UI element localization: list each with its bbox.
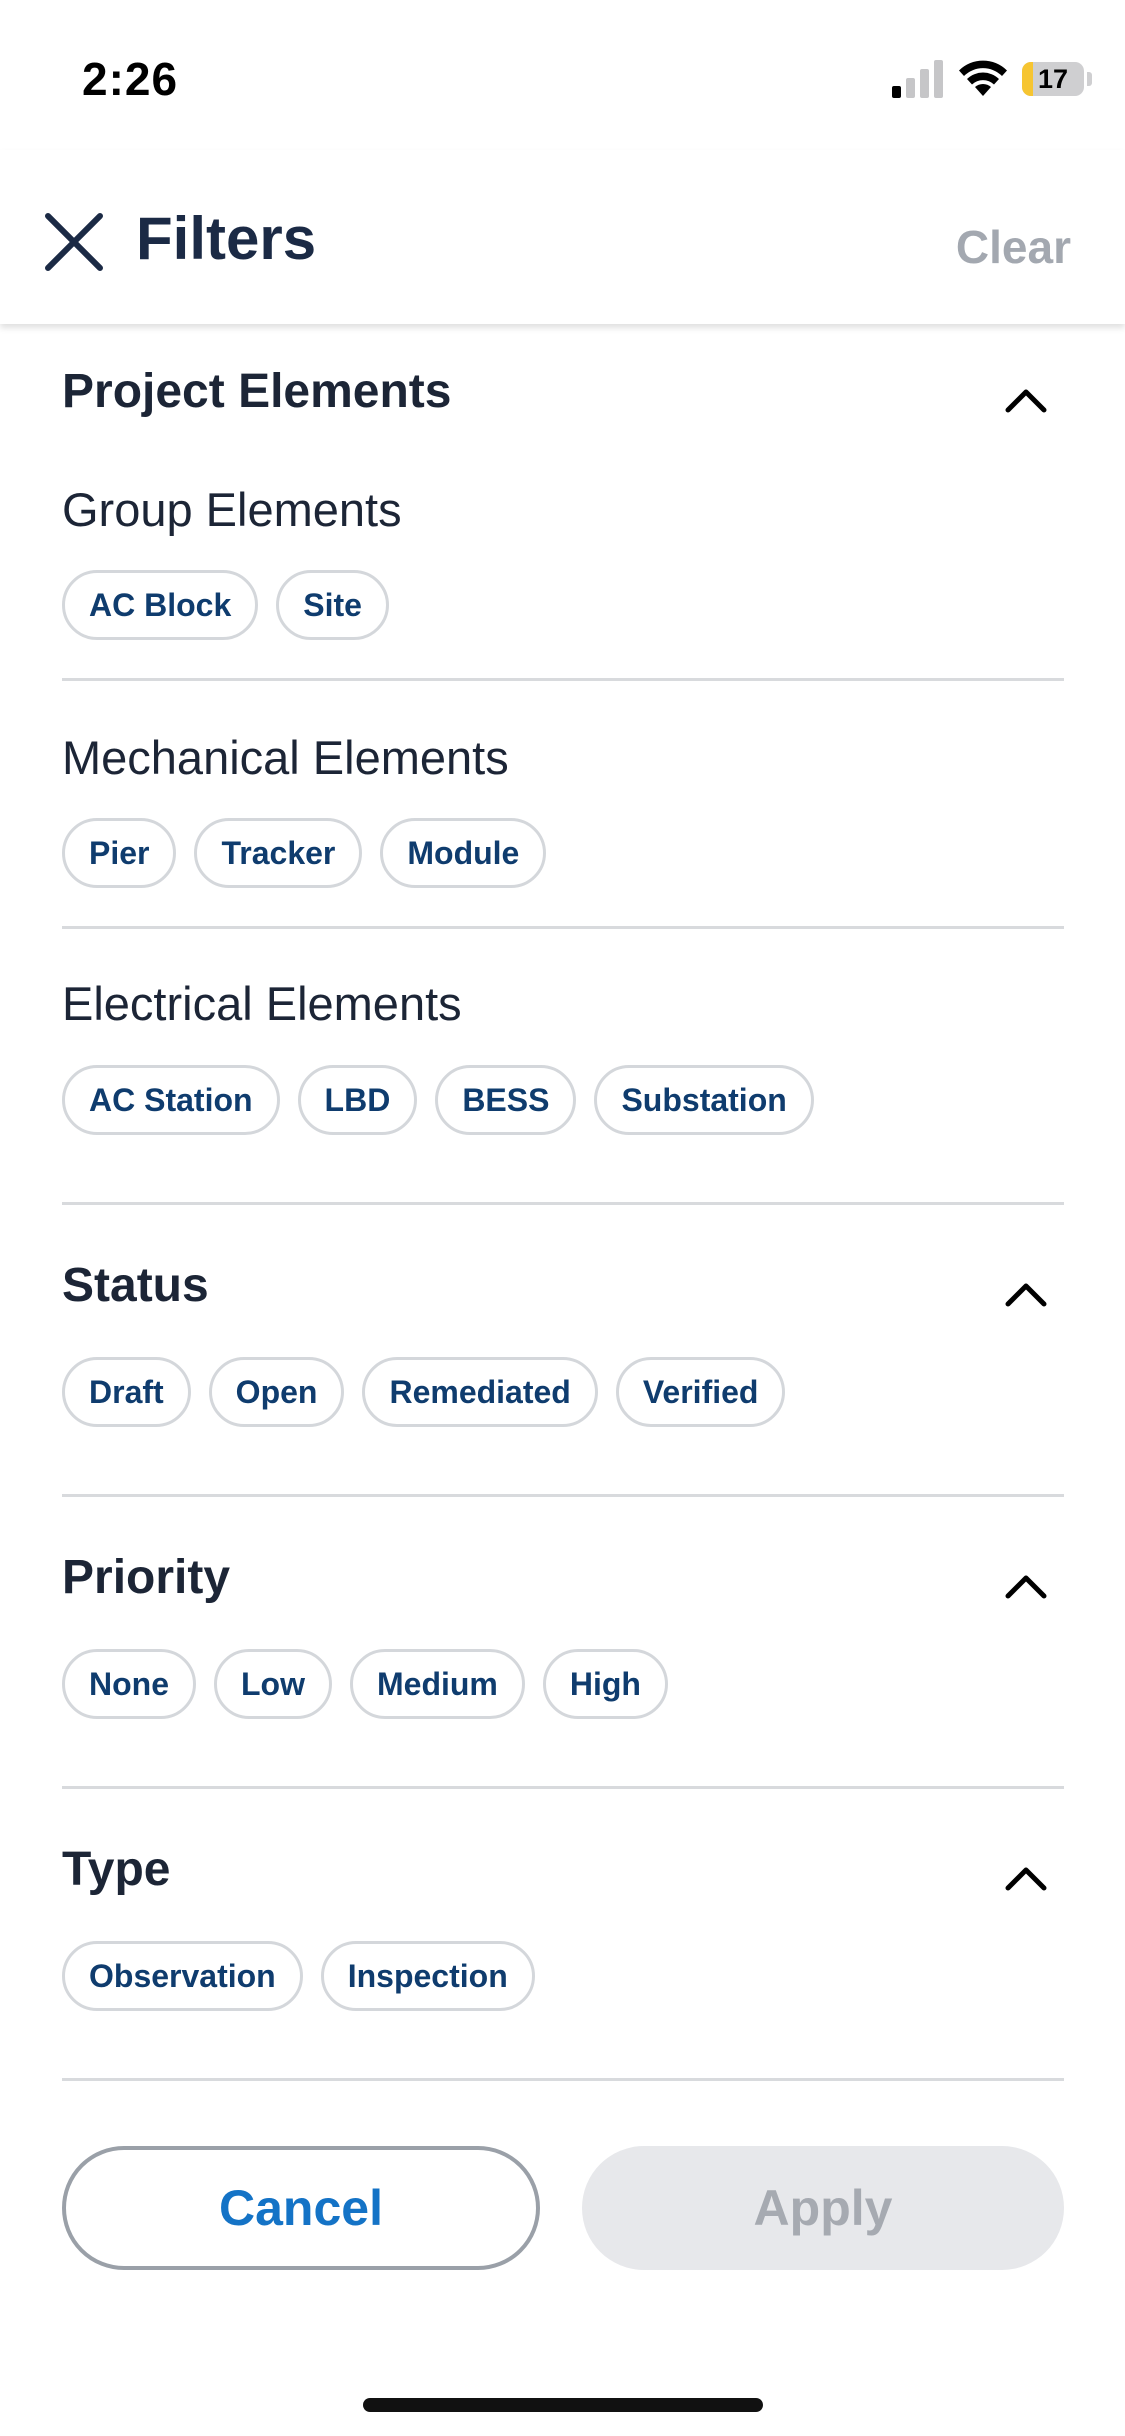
- subsection-title-electrical: Electrical Elements: [62, 977, 462, 1030]
- filter-chip[interactable]: Tracker: [194, 818, 363, 888]
- filter-chip[interactable]: Module: [380, 818, 547, 888]
- divider: [62, 1786, 1064, 1789]
- chevron-up-icon[interactable]: [1004, 1280, 1048, 1308]
- status-time: 2:26: [82, 53, 179, 105]
- filter-chip[interactable]: Draft: [62, 1357, 191, 1427]
- status-bar: 2:26 17: [0, 0, 1125, 150]
- page-title: Filters: [136, 205, 317, 272]
- divider: [62, 678, 1064, 681]
- footer-actions: Cancel Apply: [0, 2082, 1125, 2436]
- filter-chip[interactable]: Inspection: [320, 1941, 535, 2011]
- chip-row-group: AC Block Site: [62, 570, 389, 640]
- chip-row-type: Observation Inspection: [62, 1941, 535, 2011]
- chevron-up-icon[interactable]: [1004, 1572, 1048, 1600]
- filter-chip[interactable]: AC Block: [62, 570, 259, 640]
- clear-button[interactable]: Clear: [956, 220, 1071, 274]
- filter-chip[interactable]: Site: [276, 570, 389, 640]
- cancel-button[interactable]: Cancel: [62, 2146, 540, 2270]
- filter-chip[interactable]: AC Station: [62, 1065, 280, 1135]
- section-title-project-elements: Project Elements: [62, 365, 452, 418]
- filter-chip[interactable]: LBD: [297, 1065, 418, 1135]
- signal-icon: [892, 60, 943, 98]
- chevron-up-icon[interactable]: [1004, 386, 1048, 414]
- filters-header: Filters Clear: [0, 150, 1125, 324]
- home-indicator[interactable]: [363, 2398, 763, 2412]
- filter-chip[interactable]: Substation: [594, 1065, 814, 1135]
- battery-nub: [1087, 72, 1092, 86]
- filter-chip[interactable]: Low: [214, 1649, 332, 1719]
- chip-row-priority: None Low Medium High: [62, 1649, 668, 1719]
- wifi-icon: [959, 60, 1007, 96]
- filter-chip[interactable]: None: [62, 1649, 196, 1719]
- chevron-up-icon[interactable]: [1004, 1864, 1048, 1892]
- filter-chip[interactable]: Open: [208, 1357, 345, 1427]
- filter-chip[interactable]: Remediated: [362, 1357, 598, 1427]
- section-title-priority: Priority: [62, 1551, 231, 1604]
- filter-chip[interactable]: Pier: [62, 818, 177, 888]
- divider: [62, 2078, 1064, 2081]
- divider: [62, 1494, 1064, 1497]
- close-icon[interactable]: [42, 210, 106, 274]
- section-title-status: Status: [62, 1259, 209, 1312]
- filters-content[interactable]: Project Elements Group Elements AC Block…: [0, 324, 1125, 2082]
- divider: [62, 1202, 1064, 1205]
- subsection-title-mechanical: Mechanical Elements: [62, 731, 509, 784]
- section-title-type: Type: [62, 1843, 171, 1896]
- filter-chip[interactable]: BESS: [435, 1065, 577, 1135]
- battery-level: 17: [1037, 64, 1069, 94]
- apply-button[interactable]: Apply: [582, 2146, 1064, 2270]
- filter-chip[interactable]: Observation: [62, 1941, 303, 2011]
- filter-chip[interactable]: High: [542, 1649, 668, 1719]
- filter-chip[interactable]: Verified: [615, 1357, 786, 1427]
- chip-row-electrical: AC Station LBD BESS Substation: [62, 1065, 814, 1135]
- filter-chip[interactable]: Medium: [349, 1649, 525, 1719]
- chip-row-status: Draft Open Remediated Verified: [62, 1357, 786, 1427]
- subsection-title-group: Group Elements: [62, 483, 402, 536]
- chip-row-mechanical: Pier Tracker Module: [62, 818, 547, 888]
- divider: [62, 926, 1064, 929]
- battery-icon: 17: [1022, 62, 1084, 96]
